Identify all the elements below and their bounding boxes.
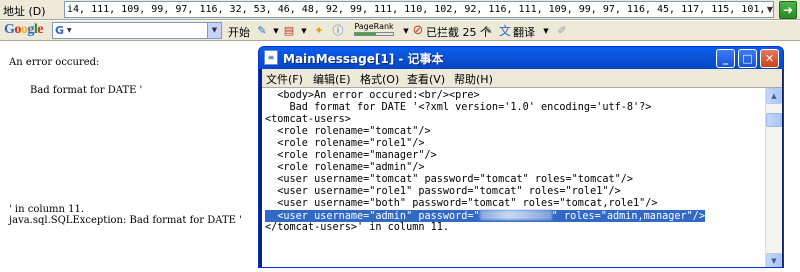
- address-bar: 地址 (D) i4, 111, 109, 99, 97, 116, 32, 53…: [0, 0, 800, 20]
- menu-edit[interactable]: 编辑(E): [313, 71, 351, 87]
- google-toolbar: Google G ▼ ▼ 开始 ✎ ▼ ▤ ▼ ✦ ⓘ PageRank ▼ ⊘…: [0, 21, 800, 41]
- text-line: Bad format for DATE '<?xml version='1.0'…: [265, 102, 652, 113]
- address-label: 地址 (D): [3, 5, 46, 18]
- notepad-menubar: 文件(F) 编辑(E) 格式(O) 查看(V) 帮助(H): [262, 69, 782, 87]
- notepad-editor[interactable]: <body>An error occured:<br/><pre> Bad fo…: [262, 87, 782, 267]
- search-dropdown-icon[interactable]: ▼: [207, 23, 221, 38]
- close-button[interactable]: ✕: [760, 49, 779, 68]
- selected-text-line: <user username="admin" password=" " roles…: [265, 210, 706, 222]
- address-dropdown-icon[interactable]: ▼: [765, 2, 775, 17]
- chevron-down-icon[interactable]: ▼: [538, 23, 554, 39]
- scroll-thumb[interactable]: [766, 113, 782, 127]
- error-column: ' in column 11.: [9, 204, 85, 215]
- info-icon[interactable]: ⓘ: [330, 23, 346, 39]
- popup-blocker-icon[interactable]: ⊘: [410, 23, 426, 39]
- maximize-button[interactable]: □: [738, 49, 757, 68]
- bookmark-icon[interactable]: ✦: [311, 23, 327, 39]
- chevron-down-icon[interactable]: ▼: [296, 23, 312, 39]
- text-line: <role rolename="admin"/>: [265, 162, 425, 173]
- go-arrow-icon[interactable]: ➜: [779, 1, 797, 19]
- exception-message: java.sql.SQLException: Bad format for DA…: [9, 215, 242, 226]
- google-search-input[interactable]: G ▼ ▼: [52, 22, 222, 39]
- text-line: <user username="tomcat" password="tomcat…: [265, 174, 634, 185]
- error-message: Bad format for DATE ': [30, 85, 143, 96]
- text-line: <role rolename="manager"/>: [265, 150, 437, 161]
- redacted-password: [479, 210, 552, 220]
- menu-help[interactable]: 帮助(H): [454, 71, 493, 87]
- pagerank-bar: [354, 32, 394, 36]
- pagerank-indicator: PageRank: [350, 22, 398, 39]
- menu-format[interactable]: 格式(O): [360, 71, 399, 87]
- scroll-down-icon[interactable]: ▼: [766, 253, 782, 267]
- scroll-up-icon[interactable]: ▲: [766, 88, 782, 104]
- selected-text-after: " roles="admin,manager"/>: [551, 211, 706, 222]
- text-line: <user username="role1" password="tomcat"…: [265, 186, 621, 197]
- google-logo[interactable]: Google: [4, 22, 43, 38]
- chevron-down-icon: ▼: [67, 27, 72, 34]
- translate-button[interactable]: 翻译: [513, 24, 535, 40]
- text-line: <user username="both" password="tomcat" …: [265, 198, 658, 209]
- pencil-icon[interactable]: ✐: [554, 23, 570, 39]
- notepad-title: MainMessage[1] - 记事本: [283, 52, 444, 66]
- text-line: <body>An error occured:<br/><pre>: [265, 90, 480, 101]
- text-line: <role rolename="role1"/>: [265, 138, 425, 149]
- text-line: <tomcat-users>: [265, 114, 351, 125]
- menu-file[interactable]: 文件(F): [266, 71, 303, 87]
- error-heading: An error occured:: [9, 57, 100, 68]
- notepad-window: ≡ MainMessage[1] - 记事本 _ □ ✕ 文件(F) 编辑(E)…: [258, 46, 784, 268]
- start-button[interactable]: 开始: [228, 24, 250, 40]
- pagerank-label: PageRank: [354, 22, 394, 31]
- minimize-button[interactable]: _: [716, 49, 735, 68]
- autofill-icon[interactable]: ✎: [480, 23, 496, 39]
- notepad-text[interactable]: <body>An error occured:<br/><pre> Bad fo…: [265, 90, 761, 267]
- text-line: <role rolename="tomcat"/>: [265, 126, 431, 137]
- selected-text-before: <user username="admin" password=": [265, 211, 480, 222]
- text-line: </tomcat-users>' in column 11.: [265, 222, 450, 233]
- notepad-titlebar[interactable]: ≡ MainMessage[1] - 记事本 _ □ ✕: [259, 47, 783, 69]
- google-g-icon: G: [55, 24, 65, 37]
- notepad-icon: ≡: [264, 50, 278, 65]
- news-icon[interactable]: ▤: [281, 23, 297, 39]
- vertical-scrollbar[interactable]: ▲ ▼: [765, 88, 782, 267]
- address-input[interactable]: i4, 111, 109, 99, 97, 116, 32, 53, 46, 4…: [64, 1, 774, 18]
- menu-view[interactable]: 查看(V): [407, 71, 445, 87]
- translate-icon[interactable]: 文: [497, 23, 513, 39]
